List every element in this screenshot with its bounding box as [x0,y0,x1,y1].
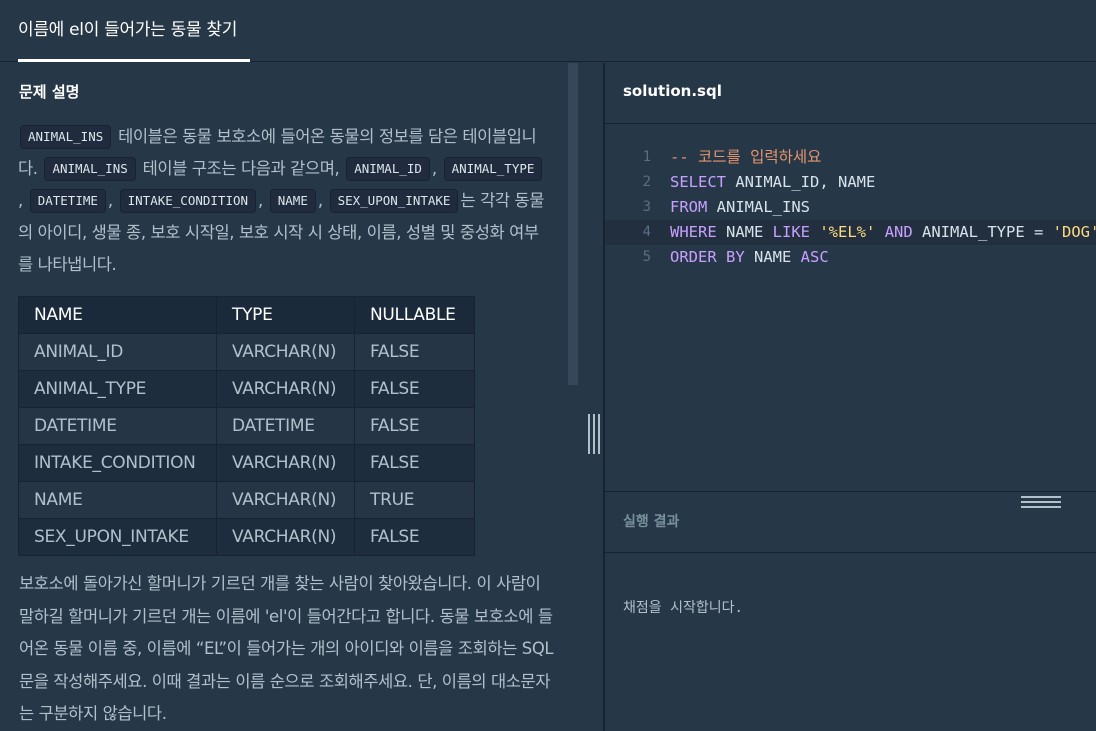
problem-description: ANIMAL_INS 테이블은 동물 보호소에 들어온 동물의 정보를 담은 테… [18,125,545,274]
line-number: 5 [642,249,651,265]
code-token: SELECT [670,173,726,191]
line-number: 4 [642,224,651,240]
code-token: FROM [670,198,708,216]
code-intake-condition: INTAKE_CONDITION [119,189,257,213]
editor-filename: solution.sql [623,82,722,100]
table-row: DATETIME DATETIME FALSE [18,407,475,445]
schema-table: NAME TYPE NULLABLE ANIMAL_ID VARCHAR(N) … [18,296,475,556]
resize-handle-icon[interactable] [1021,496,1061,508]
code-animal-ins: ANIMAL_INS [20,125,112,149]
vertical-scrollbar[interactable] [568,63,578,385]
tab-problem-title[interactable]: 이름에 el이 들어가는 동물 찾기 [18,0,237,62]
table-cell: TRUE [354,481,475,519]
code-animal-type: ANIMAL_TYPE [443,157,543,181]
table-cell: FALSE [354,444,475,482]
table-cell: NAME [18,481,217,519]
column-header: NAME [18,296,217,334]
code-animal-id: ANIMAL_ID [346,157,430,181]
line-number: 1 [642,149,651,165]
code-text: ORDER BY NAME ASC [670,245,829,270]
table-cell: VARCHAR(N) [216,518,355,556]
code-token: AND [884,223,913,241]
table-cell: FALSE [354,333,475,371]
code-name: NAME [269,189,316,213]
code-text: SELECT ANIMAL_ID, NAME [670,170,875,195]
code-token: -- 코드를 입력하세요 [670,148,822,166]
code-line[interactable]: 5 ORDER BY NAME ASC [605,245,1096,270]
table-cell: VARCHAR(N) [216,370,355,408]
code-text: WHERE NAME LIKE '%EL%' AND ANIMAL_TYPE =… [670,220,1096,245]
code-text: FROM ANIMAL_INS [670,195,810,220]
result-title: 실행 결과 [623,514,680,530]
table-cell: FALSE [354,518,475,556]
column-header: TYPE [216,296,355,334]
table-cell: FALSE [354,407,475,445]
code-token: ANIMAL_TYPE = [912,223,1053,241]
code-animal-ins-2: ANIMAL_INS [44,157,136,181]
table-cell: VARCHAR(N) [216,444,355,482]
table-row: ANIMAL_ID VARCHAR(N) FALSE [18,333,475,371]
code-line[interactable]: 1 -- 코드를 입력하세요 [605,145,1096,170]
code-token: LIKE [772,223,810,241]
code-token: ORDER BY [670,248,745,266]
table-row: INTAKE_CONDITION VARCHAR(N) FALSE [18,444,475,482]
code-token: '%EL%' [819,223,876,241]
result-output: 채점을 시작합니다. [623,600,743,616]
result-header: 실행 결과 [605,491,1096,553]
code-token: ANIMAL_INS [707,198,810,216]
code-line[interactable]: 3 FROM ANIMAL_INS [605,195,1096,220]
problem-panel: 문제 설명 ANIMAL_INS 테이블은 동물 보호소에 들어온 동물의 정보… [0,63,604,731]
tab-bar: 이름에 el이 들어가는 동물 찾기 [0,0,1096,62]
editor-header: solution.sql [605,63,1096,124]
code-token: WHERE [670,223,717,241]
table-row: ANIMAL_TYPE VARCHAR(N) FALSE [18,370,475,408]
active-tab-indicator [18,59,250,62]
resize-handle-icon[interactable] [588,414,601,454]
code-editor[interactable]: 1 -- 코드를 입력하세요 2 SELECT ANIMAL_ID, NAME 3 FRO… [605,125,1096,491]
line-number: 3 [642,199,651,215]
table-cell: VARCHAR(N) [216,481,355,519]
desc-text-2: 테이블 구조는 다음과 같으며, [137,159,345,178]
code-token: ASC [800,248,829,266]
code-token: 'DOG' [1052,223,1096,241]
table-cell: SEX_UPON_INTAKE [18,518,217,556]
result-panel: 채점을 시작합니다. [605,554,1096,731]
table-cell: DATETIME [216,407,355,445]
code-token: NAME [716,223,773,241]
code-sex-upon-intake: SEX_UPON_INTAKE [329,189,459,213]
column-header: NULLABLE [354,296,475,334]
table-cell: VARCHAR(N) [216,333,355,371]
table-cell: ANIMAL_TYPE [18,370,217,408]
code-text: -- 코드를 입력하세요 [670,145,821,170]
table-row: NAME VARCHAR(N) TRUE [18,481,475,519]
code-datetime: DATETIME [29,189,106,213]
table-cell: ANIMAL_ID [18,333,217,371]
problem-description-2: 보호소에 돌아가신 할머니가 기르던 개를 찾는 사람이 찾아왔습니다. 이 사… [19,574,554,723]
table-header-row: NAME TYPE NULLABLE [18,296,475,334]
line-number: 2 [642,174,651,190]
code-token: ANIMAL_ID, NAME [726,173,876,191]
table-row: SEX_UPON_INTAKE VARCHAR(N) FALSE [18,518,475,556]
section-title: 문제 설명 [19,83,80,101]
code-line[interactable]: 4 WHERE NAME LIKE '%EL%' AND ANIMAL_TYPE … [605,220,1096,245]
code-line[interactable]: 2 SELECT ANIMAL_ID, NAME [605,170,1096,195]
table-cell: INTAKE_CONDITION [18,444,217,482]
table-cell: DATETIME [18,407,217,445]
code-token: NAME [744,248,801,266]
table-cell: FALSE [354,370,475,408]
